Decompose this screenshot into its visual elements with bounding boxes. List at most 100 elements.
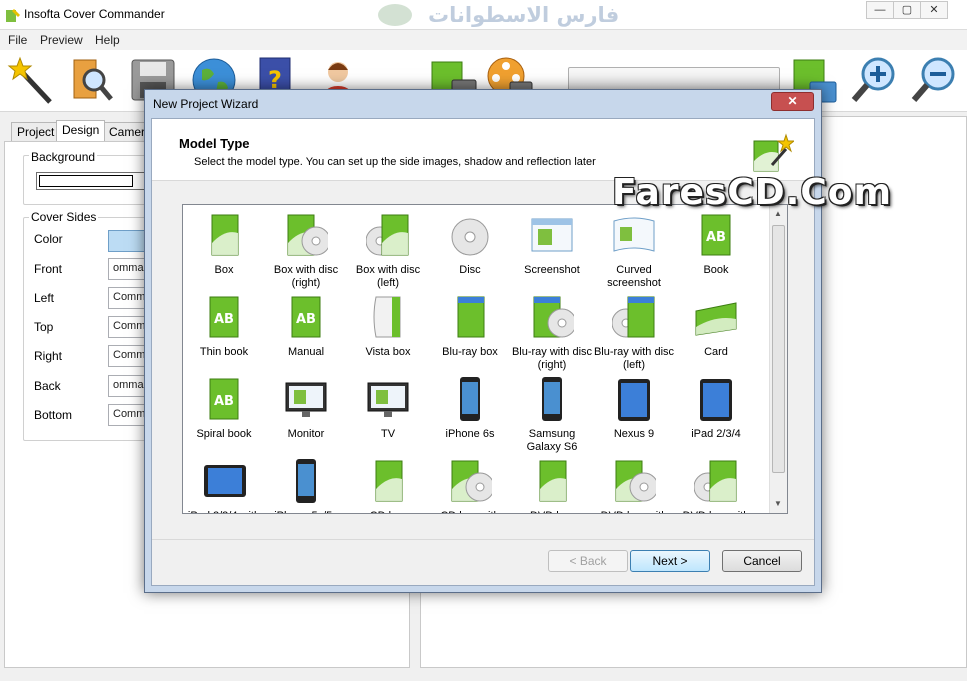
model-item[interactable]: iPad 2/3/4 [675, 375, 757, 441]
bottom-field[interactable]: Comm [108, 404, 148, 426]
model-item[interactable]: iPhone 5s/5c [265, 457, 347, 513]
maximize-button[interactable]: ▢ [893, 1, 921, 19]
model-item-label: Blu-ray box [442, 346, 498, 358]
next-button[interactable]: Next > [630, 550, 710, 572]
gallery-scrollbar[interactable]: ▲ ▼ [769, 205, 787, 513]
model-item-label: iPad 2/3/4 [691, 428, 741, 440]
model-item[interactable]: CD box with [429, 457, 511, 513]
bluray-disc-left-icon [612, 296, 655, 338]
model-item[interactable]: TV [347, 375, 429, 441]
scroll-down-icon[interactable]: ▼ [774, 499, 782, 508]
model-item-label: Blu-ray with disc (left) [593, 346, 675, 371]
model-item[interactable]: Box with disc (left) [347, 211, 429, 290]
model-item[interactable]: Blu-ray with disc (left) [593, 293, 675, 372]
overlay-arabic-text: فارس الاسطوانات [428, 3, 620, 27]
dialog-separator [152, 539, 814, 540]
right-field[interactable]: Comm [108, 345, 148, 367]
monitor-icon [285, 382, 327, 417]
scroll-thumb[interactable] [772, 225, 785, 473]
new-project-wizard-dialog: New Project Wizard ✕ Model Type Select t… [144, 89, 822, 593]
tab-project[interactable]: Project [11, 122, 61, 141]
screenshot-icon [531, 218, 573, 252]
wizard-icon[interactable] [6, 54, 58, 106]
model-item-label: iPad 2/3/4 with [183, 510, 265, 513]
bluray-icon [457, 296, 485, 338]
model-item[interactable]: AB Spiral book [183, 375, 265, 441]
front-field[interactable]: ommar [108, 258, 148, 280]
cover-sides-label: Cover Sides [29, 210, 99, 224]
close-button[interactable]: ✕ [920, 1, 948, 19]
disc-icon [451, 218, 489, 256]
back-field[interactable]: ommar [108, 375, 148, 397]
model-item[interactable]: Card [675, 293, 757, 359]
model-item-label: Box [214, 264, 234, 276]
zoom-in-icon[interactable] [848, 54, 900, 106]
model-item[interactable]: Box [183, 211, 265, 277]
svg-text:AB: AB [214, 312, 234, 327]
model-item[interactable]: Vista box [347, 293, 429, 359]
top-field[interactable]: Comm [108, 316, 148, 338]
back-label: Back [34, 379, 61, 393]
model-item[interactable]: iPad 2/3/4 with [183, 457, 265, 513]
model-item[interactable]: DVD box with [593, 457, 675, 513]
model-item[interactable]: Curved screenshot [593, 211, 675, 290]
menu-preview[interactable]: Preview [40, 33, 83, 47]
zoom-out-icon[interactable] [908, 54, 960, 106]
menu-help[interactable]: Help [95, 33, 120, 47]
model-gallery[interactable]: Box Box with disc (right) Box with disc (l… [182, 204, 788, 514]
cancel-button[interactable]: Cancel [722, 550, 802, 572]
model-item-label: Samsung Galaxy S6 [526, 428, 578, 453]
model-item[interactable]: DVD box with [675, 457, 757, 513]
model-item[interactable]: Box with disc (right) [265, 211, 347, 290]
menu-file[interactable]: File [8, 33, 27, 47]
menu-bar: File Preview Help [0, 30, 967, 50]
box-disc-right-icon [451, 460, 492, 502]
card-icon [695, 302, 737, 336]
phone-icon [296, 459, 316, 503]
app-icon [6, 9, 20, 22]
model-item[interactable]: AB Thin book [183, 293, 265, 359]
bottom-label: Bottom [34, 408, 73, 422]
model-item[interactable]: AB Book [675, 211, 757, 277]
background-color-picker[interactable] [36, 172, 146, 190]
color-field[interactable] [108, 230, 148, 252]
curved-screenshot-icon [613, 217, 655, 252]
model-item[interactable]: Monitor [265, 375, 347, 441]
model-item[interactable]: iPhone 6s [429, 375, 511, 441]
left-field[interactable]: Comm [108, 287, 148, 309]
tab-design[interactable]: Design [56, 120, 106, 141]
model-item[interactable]: Disc [429, 211, 511, 277]
book-icon: AB [209, 378, 239, 420]
model-item[interactable]: Samsung Galaxy S6 [511, 375, 593, 454]
model-item-label: Card [704, 346, 728, 358]
wizard-header-icon [753, 133, 794, 172]
preview-icon[interactable] [66, 54, 118, 106]
model-item[interactable]: DVD box [511, 457, 593, 513]
dialog-close-button[interactable]: ✕ [771, 92, 814, 111]
svg-text:AB: AB [706, 230, 726, 245]
model-item[interactable]: Screenshot [511, 211, 593, 277]
minimize-button[interactable]: — [866, 1, 894, 19]
model-item-label: Spiral book [196, 428, 252, 440]
phone-icon [460, 377, 480, 421]
model-item[interactable]: CD box [347, 457, 429, 513]
model-item[interactable]: Blu-ray box [429, 293, 511, 359]
model-item-label: Vista box [365, 346, 411, 358]
back-button[interactable]: < Back [548, 550, 628, 572]
top-label: Top [34, 320, 54, 334]
tablet-icon [700, 379, 732, 421]
model-item[interactable]: Nexus 9 [593, 375, 675, 441]
model-item[interactable]: Blu-ray with disc (right) [511, 293, 593, 372]
model-item-label: Box with disc (right) [273, 264, 339, 289]
box-disc-right-icon [615, 460, 656, 502]
model-item-label: TV [380, 428, 396, 440]
model-item-label: Blu-ray with disc (right) [511, 346, 593, 371]
box-disc-left-icon [694, 460, 737, 502]
model-item[interactable]: AB Manual [265, 293, 347, 359]
front-label: Front [34, 262, 63, 276]
box-icon [211, 214, 239, 256]
left-label: Left [34, 291, 55, 305]
overlay-logo [378, 4, 412, 26]
box-icon [539, 460, 567, 502]
bluray-disc-right-icon [533, 296, 574, 338]
